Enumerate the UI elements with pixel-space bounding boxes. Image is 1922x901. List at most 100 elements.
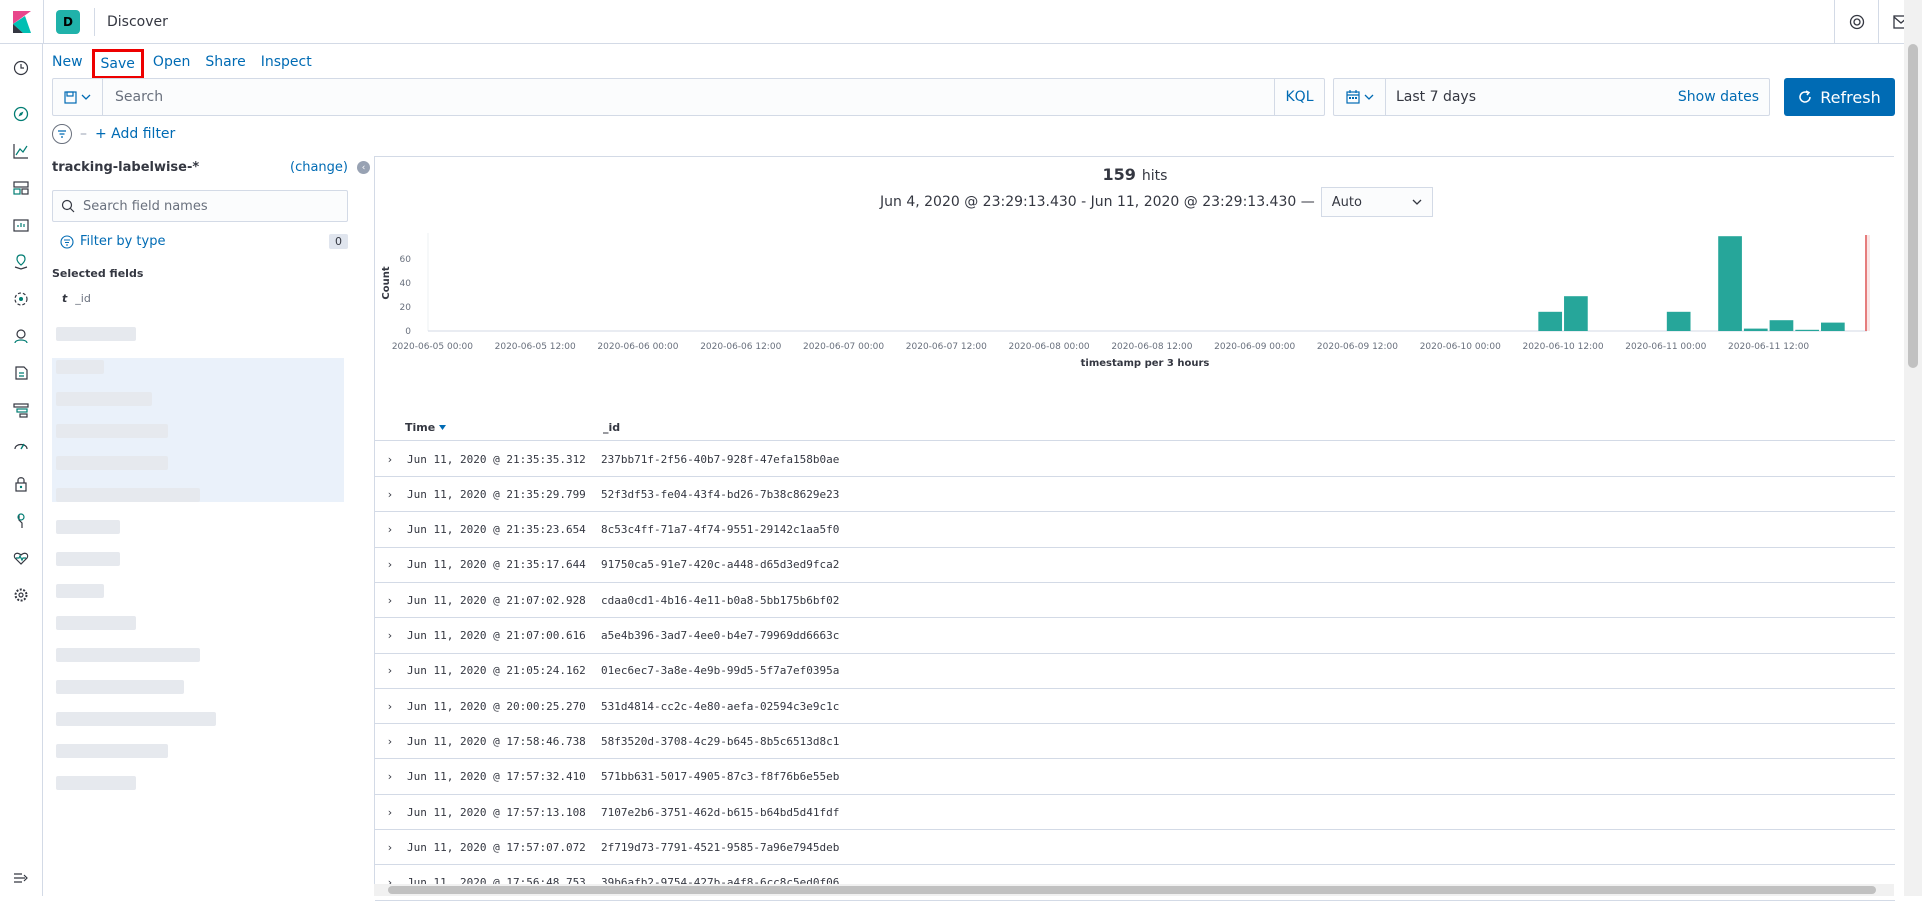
change-index-pattern-link[interactable]: (change) [290,160,348,175]
nav-monitoring[interactable] [11,548,31,568]
expand-row-icon[interactable]: › [375,558,405,571]
kibana-logo[interactable] [0,0,44,44]
share-button[interactable]: Share [205,54,245,79]
field-search-input[interactable]: Search field names [52,190,348,222]
expand-row-icon[interactable]: › [375,664,405,677]
row-time: Jun 11, 2020 @ 21:35:35.312 [407,452,586,466]
nav-collapse[interactable] [11,868,31,888]
histogram-bar[interactable] [1795,329,1820,331]
nav-dashboard[interactable] [11,178,31,198]
sort-desc-icon [439,425,447,430]
nav-discover[interactable] [11,104,31,124]
row-id: 237bb71f-2f56-40b7-928f-47efa158b0ae [601,452,840,466]
histogram-bar[interactable] [1743,328,1768,331]
management-gear-icon [14,588,28,602]
horizontal-scrollbar[interactable] [374,884,1894,896]
table-row[interactable]: › Jun 11, 2020 @ 20:00:25.270 531d4814-cc2… [375,689,1895,725]
x-tick-label: 2020-06-05 12:00 [495,342,576,352]
vertical-scrollbar[interactable] [1904,0,1922,896]
index-pattern-header: tracking-labelwise-* (change) [52,160,348,175]
date-range-label[interactable]: Last 7 days [1386,89,1678,105]
column-header-time[interactable]: Time [405,421,447,434]
add-filter-button[interactable]: + Add filter [95,126,175,142]
nav-recently-viewed[interactable] [11,58,31,78]
nav-apm[interactable] [11,400,31,420]
save-button[interactable]: Save [91,49,144,79]
show-dates-button[interactable]: Show dates [1678,89,1769,105]
table-row[interactable]: › Jun 11, 2020 @ 17:57:32.410 571bb631-501… [375,760,1895,795]
blurred-field [56,552,120,566]
expand-row-icon[interactable]: › [375,841,405,854]
expand-row-icon[interactable]: › [375,735,405,748]
nav-dev-tools[interactable] [11,511,31,531]
table-row[interactable]: › Jun 11, 2020 @ 17:58:46.738 58f3520d-370… [375,724,1895,760]
nav-canvas[interactable] [11,215,31,235]
help-menu-button[interactable] [1834,0,1878,44]
histogram-bar[interactable] [1538,311,1563,331]
search-input[interactable]: Search [103,89,1274,105]
row-id: 01ec6ec7-3a8e-4e9b-99d5-5f7a7ef0395a [601,664,840,678]
histogram-bar[interactable] [1769,320,1794,331]
open-button[interactable]: Open [153,54,190,79]
blurred-field [56,680,184,694]
expand-row-icon[interactable]: › [375,488,405,501]
nav-siem[interactable] [11,474,31,494]
histogram-bar[interactable] [1564,296,1588,331]
nav-management[interactable] [11,585,31,605]
filter-separator: – [80,126,87,142]
vertical-scroll-thumb[interactable] [1908,44,1918,368]
row-time: Jun 11, 2020 @ 17:58:46.738 [407,734,586,748]
nav-maps[interactable] [11,252,31,272]
refresh-button[interactable]: Refresh [1784,78,1895,116]
interval-select[interactable]: Auto [1320,187,1433,217]
ml-icon [14,292,28,306]
expand-row-icon[interactable]: › [375,700,405,713]
nav-uptime[interactable] [11,437,31,457]
filter-options-button[interactable] [52,124,72,144]
table-row[interactable]: › Jun 11, 2020 @ 21:07:00.616 a5e4b396-3ad… [375,619,1895,654]
nav-logs[interactable] [11,363,31,383]
filter-by-type-group: Filter by type [60,234,165,249]
selected-field-item[interactable]: t _id [52,292,348,305]
selected-fields-title: Selected fields [52,267,144,280]
x-tick-label: 2020-06-05 00:00 [392,342,473,352]
expand-row-icon[interactable]: › [375,594,405,607]
expand-row-icon[interactable]: › [375,523,405,536]
expand-row-icon[interactable]: › [375,806,405,819]
inspect-button[interactable]: Inspect [261,54,312,79]
x-tick-label: 2020-06-09 00:00 [1214,342,1295,352]
histogram-bar[interactable] [1666,311,1691,331]
table-row[interactable]: › Jun 11, 2020 @ 21:07:02.928 cdaa0cd1-4b1… [375,583,1895,619]
saved-query-button[interactable] [53,79,103,115]
table-row[interactable]: › Jun 11, 2020 @ 21:05:24.162 01ec6ec7-3a8… [375,654,1895,689]
expand-row-icon[interactable]: › [375,770,405,783]
filter-by-type-button[interactable]: Filter by type 0 [52,234,348,249]
expand-row-icon[interactable]: › [375,453,405,466]
row-id: 8c53c4ff-71a7-4f74-9551-29142c1aa5f0 [601,523,840,537]
table-row[interactable]: › Jun 11, 2020 @ 21:35:29.799 52f3df53-fe0… [375,477,1895,513]
histogram-chart[interactable]: 0 20 40 60 2020-06-05 00:00 2020-06-05 12:00 2… [375,227,1895,417]
table-row[interactable]: › Jun 11, 2020 @ 21:35:23.654 8c53c4ff-71a… [375,513,1895,548]
collapse-sidebar-button[interactable]: ‹ [357,161,370,174]
expand-row-icon[interactable]: › [375,629,405,642]
refresh-label: Refresh [1820,87,1881,107]
horizontal-scroll-thumb[interactable] [388,886,1876,894]
quick-menu-button[interactable] [1334,79,1386,115]
table-row[interactable]: › Jun 11, 2020 @ 17:57:07.072 2f719d73-779… [375,830,1895,866]
nav-machine-learning[interactable] [11,289,31,309]
histogram-bar[interactable] [1821,322,1845,331]
kql-toggle-button[interactable]: KQL [1274,79,1324,115]
x-tick-label: 2020-06-10 12:00 [1522,342,1603,352]
row-time: Jun 11, 2020 @ 21:07:00.616 [407,629,586,642]
row-id: 7107e2b6-3751-462d-b615-b64bd5d41fdf [601,805,840,819]
table-row[interactable]: › Jun 11, 2020 @ 21:35:17.644 91750ca5-91e… [375,548,1895,583]
space-avatar[interactable]: D [56,9,80,34]
new-button[interactable]: New [52,54,83,79]
nav-visualize[interactable] [11,141,31,161]
table-row[interactable]: › Jun 11, 2020 @ 21:35:35.312 237bb71f-2f5… [375,442,1895,477]
table-row[interactable]: › Jun 11, 2020 @ 17:57:13.108 7107e2b6-375… [375,795,1895,830]
histogram-bar[interactable] [1718,236,1742,331]
row-time: Jun 11, 2020 @ 21:35:17.644 [407,558,586,572]
column-header-id[interactable]: _id [603,421,620,434]
nav-infrastructure[interactable] [11,326,31,346]
